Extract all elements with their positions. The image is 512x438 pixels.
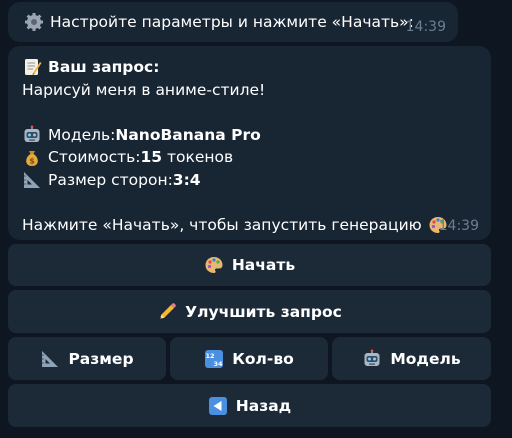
status-message-text: Настройте параметры и нажмите «Начать»: xyxy=(50,13,414,31)
back-button-label: Назад xyxy=(235,396,292,415)
svg-text:$: $ xyxy=(29,156,35,165)
palette-icon xyxy=(204,255,224,275)
svg-text:12: 12 xyxy=(206,352,215,360)
size-button-label: Размер xyxy=(68,349,134,368)
model-button-label: Модель xyxy=(390,349,461,368)
improve-prompt-label: Улучшить запрос xyxy=(185,302,342,321)
size-button[interactable]: Размер xyxy=(8,337,166,380)
model-value: NanoBanana Pro xyxy=(115,125,261,144)
gear-icon xyxy=(24,12,44,32)
cost-label: Стоимость: xyxy=(48,148,141,167)
money-bag-icon: $ xyxy=(22,148,42,168)
footer-row: Нажмите «Начать», чтобы запустить генера… xyxy=(22,214,477,237)
status-message: Настройте параметры и нажмите «Начать»: … xyxy=(8,2,458,42)
pencil-icon xyxy=(157,302,177,322)
request-heading: Ваш запрос: xyxy=(48,58,160,76)
triangle-ruler-icon xyxy=(40,349,60,369)
back-button[interactable]: Назад xyxy=(8,384,491,427)
count-button-label: Кол-во xyxy=(232,349,294,368)
size-label: Размер сторон: xyxy=(48,170,173,189)
start-button-label: Начать xyxy=(231,256,296,274)
size-row: Размер сторон: 3:4 xyxy=(22,169,477,192)
cost-row: $ Стоимость: 15 токенов xyxy=(22,146,477,169)
cost-unit: токенов xyxy=(162,148,234,167)
count-button[interactable]: 12 34 Кол-во xyxy=(170,337,328,380)
cost-value: 15 xyxy=(140,148,163,167)
model-button[interactable]: Модель xyxy=(332,337,491,380)
robot-icon xyxy=(362,349,382,369)
request-prompt: Нарисуй меня в аниме-стиле! xyxy=(22,80,266,99)
triangle-ruler-icon xyxy=(22,170,42,190)
message-timestamp: 14:39 xyxy=(405,19,446,35)
improve-prompt-button[interactable]: Улучшить запрос xyxy=(8,290,491,333)
size-value: 3:4 xyxy=(172,170,201,189)
numbers-icon: 12 34 xyxy=(204,349,224,369)
start-button[interactable]: Начать xyxy=(8,244,491,286)
message-timestamp: 14:39 xyxy=(438,218,479,234)
request-heading-row: Ваш запрос: xyxy=(22,56,477,79)
svg-text:34: 34 xyxy=(214,360,224,368)
left-arrow-icon xyxy=(208,396,228,416)
memo-icon xyxy=(22,57,42,77)
status-message-line: Настройте параметры и нажмите «Начать»: xyxy=(24,12,414,32)
model-row: Модель: NanoBanana Pro xyxy=(22,124,477,147)
model-label: Модель: xyxy=(48,125,116,144)
footer-text: Нажмите «Начать», чтобы запустить генера… xyxy=(22,216,422,235)
request-summary-message: Ваш запрос: Нарисуй меня в аниме-стиле! … xyxy=(8,46,491,240)
robot-icon xyxy=(22,125,42,145)
